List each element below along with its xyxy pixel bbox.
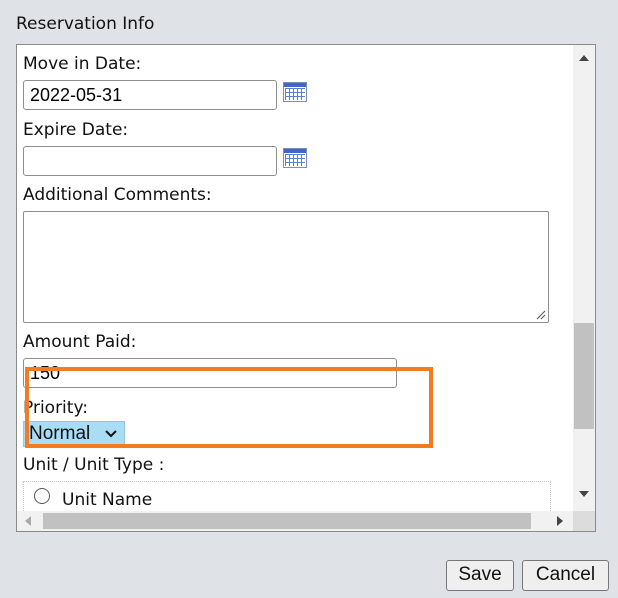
- move-in-date-label: Move in Date:: [23, 54, 142, 74]
- scroll-up-arrow-icon[interactable]: [579, 55, 589, 61]
- calendar-icon[interactable]: [283, 148, 307, 168]
- horizontal-scrollbar[interactable]: [17, 511, 573, 531]
- scroll-down-arrow-icon[interactable]: [579, 491, 589, 497]
- additional-comments-label: Additional Comments:: [23, 185, 212, 205]
- save-button[interactable]: Save: [446, 560, 514, 591]
- horizontal-scroll-thumb[interactable]: [43, 513, 531, 529]
- scroll-left-arrow-icon[interactable]: [25, 516, 31, 526]
- vertical-scroll-thumb[interactable]: [574, 323, 594, 429]
- reservation-form-panel: Move in Date: 2022-05-31 Expire Date: Ad…: [16, 44, 596, 532]
- additional-comments-textarea[interactable]: [23, 211, 549, 323]
- section-title: Reservation Info: [16, 14, 155, 34]
- scroll-right-arrow-icon[interactable]: [557, 516, 563, 526]
- unit-option-row: Unit Name: [23, 481, 551, 511]
- expire-date-input[interactable]: [23, 146, 277, 176]
- unit-name-radio[interactable]: [34, 488, 50, 504]
- scrollbar-corner: [573, 511, 595, 531]
- expire-date-label: Expire Date:: [23, 120, 129, 140]
- resize-grip-icon[interactable]: [536, 310, 546, 320]
- unit-name-label: Unit Name: [62, 490, 153, 510]
- unit-type-label: Unit / Unit Type :: [23, 455, 165, 475]
- amount-paid-label: Amount Paid:: [23, 332, 137, 352]
- move-in-date-input[interactable]: 2022-05-31: [23, 80, 277, 110]
- vertical-scrollbar[interactable]: [573, 45, 595, 511]
- cancel-button[interactable]: Cancel: [522, 560, 609, 591]
- amount-paid-highlight: [25, 367, 433, 448]
- calendar-icon[interactable]: [283, 82, 307, 102]
